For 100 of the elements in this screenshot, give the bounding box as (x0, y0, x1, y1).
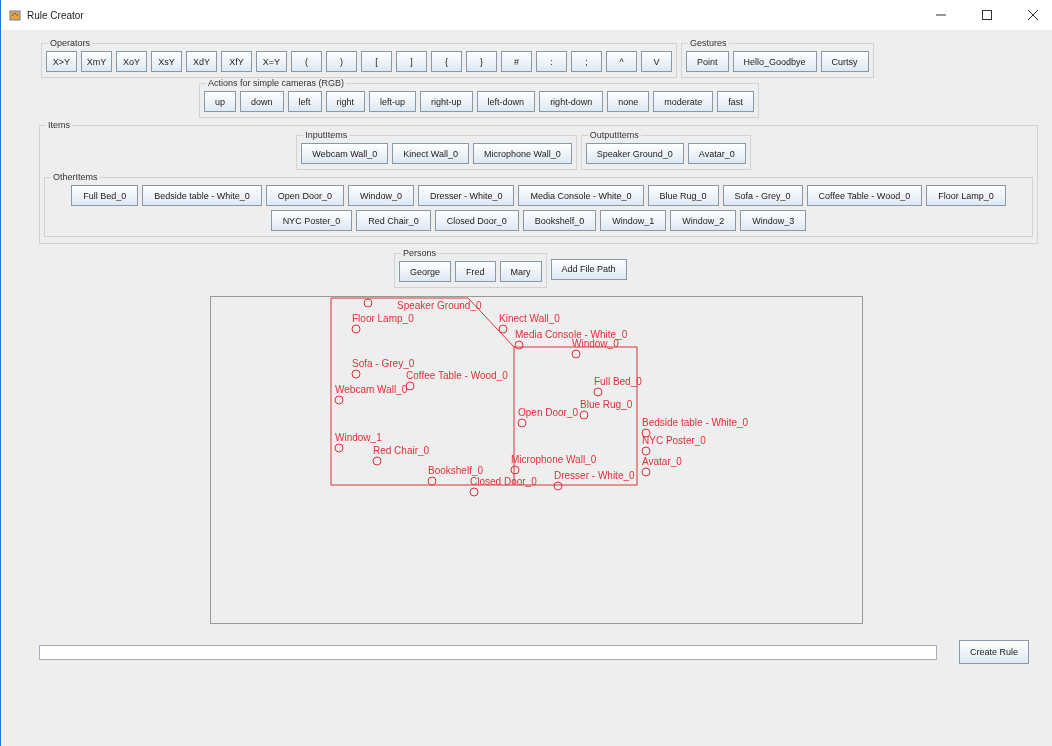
node-label: Coffee Table - Wood_0 (406, 370, 508, 381)
operator-button[interactable]: V (641, 51, 672, 72)
operator-button[interactable]: : (536, 51, 567, 72)
item-button[interactable]: Sofa - Grey_0 (722, 185, 803, 206)
group-title: Actions for simple cameras (RGB) (207, 78, 346, 88)
person-button[interactable]: George (399, 261, 452, 282)
node-label: Speaker Ground_0 (397, 300, 482, 311)
action-button[interactable]: right (325, 91, 366, 112)
node-marker (372, 456, 382, 466)
item-button[interactable]: Bedside table - White_0 (142, 185, 262, 206)
operator-button[interactable]: X=Y (256, 51, 287, 72)
group-title: OutputItems (588, 130, 640, 140)
item-button[interactable]: Window_1 (600, 210, 667, 231)
action-button[interactable]: right-up (420, 91, 473, 112)
group-title: OtherItems (52, 172, 99, 182)
node-marker (351, 324, 361, 334)
operator-button[interactable]: ( (291, 51, 322, 72)
node-label: Window_1 (335, 432, 382, 443)
app-icon (9, 9, 21, 21)
gesture-button[interactable]: Point (686, 51, 729, 72)
action-button[interactable]: left-down (476, 91, 536, 112)
action-button[interactable]: left-up (369, 91, 417, 112)
person-button[interactable]: Fred (455, 261, 496, 282)
item-button[interactable]: Speaker Ground_0 (585, 143, 684, 164)
item-button[interactable]: Red Chair_0 (356, 210, 431, 231)
node-marker (427, 476, 437, 486)
node-marker (571, 349, 581, 359)
close-icon[interactable] (1028, 10, 1038, 20)
item-button[interactable]: Kinect Wall_0 (392, 143, 470, 164)
item-button[interactable]: Coffee Table - Wood_0 (806, 185, 923, 206)
group-title: Gestures (689, 38, 728, 48)
node-label: NYC Poster_0 (642, 435, 706, 446)
group-title: InputItems (304, 130, 349, 140)
operator-button[interactable]: XoY (116, 51, 147, 72)
item-button[interactable]: Microphone Wall_0 (473, 143, 572, 164)
node-label: Bedside table - White_0 (642, 417, 749, 428)
action-button[interactable]: moderate (653, 91, 714, 112)
item-button[interactable]: NYC Poster_0 (270, 210, 353, 231)
operator-button[interactable]: { (431, 51, 462, 72)
node-marker (579, 410, 589, 420)
action-button[interactable]: right-down (539, 91, 604, 112)
operator-button[interactable]: X>Y (46, 51, 77, 72)
node-label: Open Door_0 (518, 407, 579, 418)
node-marker (351, 369, 361, 379)
operator-button[interactable]: [ (361, 51, 392, 72)
operator-button[interactable]: ; (571, 51, 602, 72)
item-button[interactable]: Bookshelf_0 (522, 210, 597, 231)
gesture-button[interactable]: Hello_Goodbye (732, 51, 817, 72)
operator-button[interactable]: XdY (186, 51, 217, 72)
node-marker (498, 324, 508, 334)
add-file-path-button[interactable]: Add File Path (550, 258, 627, 280)
item-button[interactable]: Blue Rug_0 (647, 185, 719, 206)
rule-field[interactable] (39, 644, 937, 660)
node-label: Red Chair_0 (373, 445, 430, 456)
item-button[interactable]: Avatar_0 (687, 143, 746, 164)
item-button[interactable]: Window_3 (740, 210, 807, 231)
operator-button[interactable]: ) (326, 51, 357, 72)
operator-button[interactable]: } (466, 51, 497, 72)
action-button[interactable]: left (287, 91, 322, 112)
item-button[interactable]: Closed Door_0 (434, 210, 519, 231)
action-button[interactable]: none (607, 91, 650, 112)
maximize-icon[interactable] (982, 10, 992, 20)
node-marker (641, 467, 651, 477)
operator-button[interactable]: ] (396, 51, 427, 72)
create-rule-button[interactable]: Create Rule (959, 640, 1030, 664)
person-button[interactable]: Mary (499, 261, 542, 282)
item-button[interactable]: Full Bed_0 (71, 185, 139, 206)
node-label: Microphone Wall_0 (511, 454, 597, 465)
node-label: Closed Door_0 (470, 476, 537, 487)
node-label: Sofa - Grey_0 (352, 358, 415, 369)
item-button[interactable]: Media Console - White_0 (518, 185, 644, 206)
node-marker (641, 428, 651, 438)
group-title: Operators (49, 38, 92, 48)
operator-button[interactable]: XmY (81, 51, 112, 72)
item-button[interactable]: Window_2 (670, 210, 737, 231)
item-button[interactable]: Floor Lamp_0 (926, 185, 1006, 206)
action-button[interactable]: up (204, 91, 236, 112)
node-label: Media Console - White_0 (515, 329, 628, 340)
node-label: Kinect Wall_0 (499, 313, 560, 324)
operator-button[interactable]: XfY (221, 51, 252, 72)
node-label: Avatar_0 (642, 456, 682, 467)
item-button[interactable]: Open Door_0 (265, 185, 344, 206)
operator-button[interactable]: ^ (606, 51, 637, 72)
group-title: Items (47, 120, 71, 130)
operator-button[interactable]: # (501, 51, 532, 72)
item-button[interactable]: Webcam Wall_0 (301, 143, 389, 164)
node-marker (334, 443, 344, 453)
node-marker (469, 487, 479, 497)
action-button[interactable]: down (240, 91, 284, 112)
item-button[interactable]: Window_0 (347, 185, 414, 206)
node-label: Blue Rug_0 (580, 399, 633, 410)
node-label: Dresser - White_0 (554, 470, 635, 481)
node-label: Full Bed_0 (594, 376, 642, 387)
node-label: Bookshelf_0 (428, 465, 484, 476)
item-button[interactable]: Dresser - White_0 (417, 185, 515, 206)
node-marker (517, 418, 527, 428)
operator-button[interactable]: XsY (151, 51, 182, 72)
node-label: Window_0 (572, 338, 619, 349)
action-button[interactable]: fast (717, 91, 754, 112)
gesture-button[interactable]: Curtsy (820, 51, 869, 72)
